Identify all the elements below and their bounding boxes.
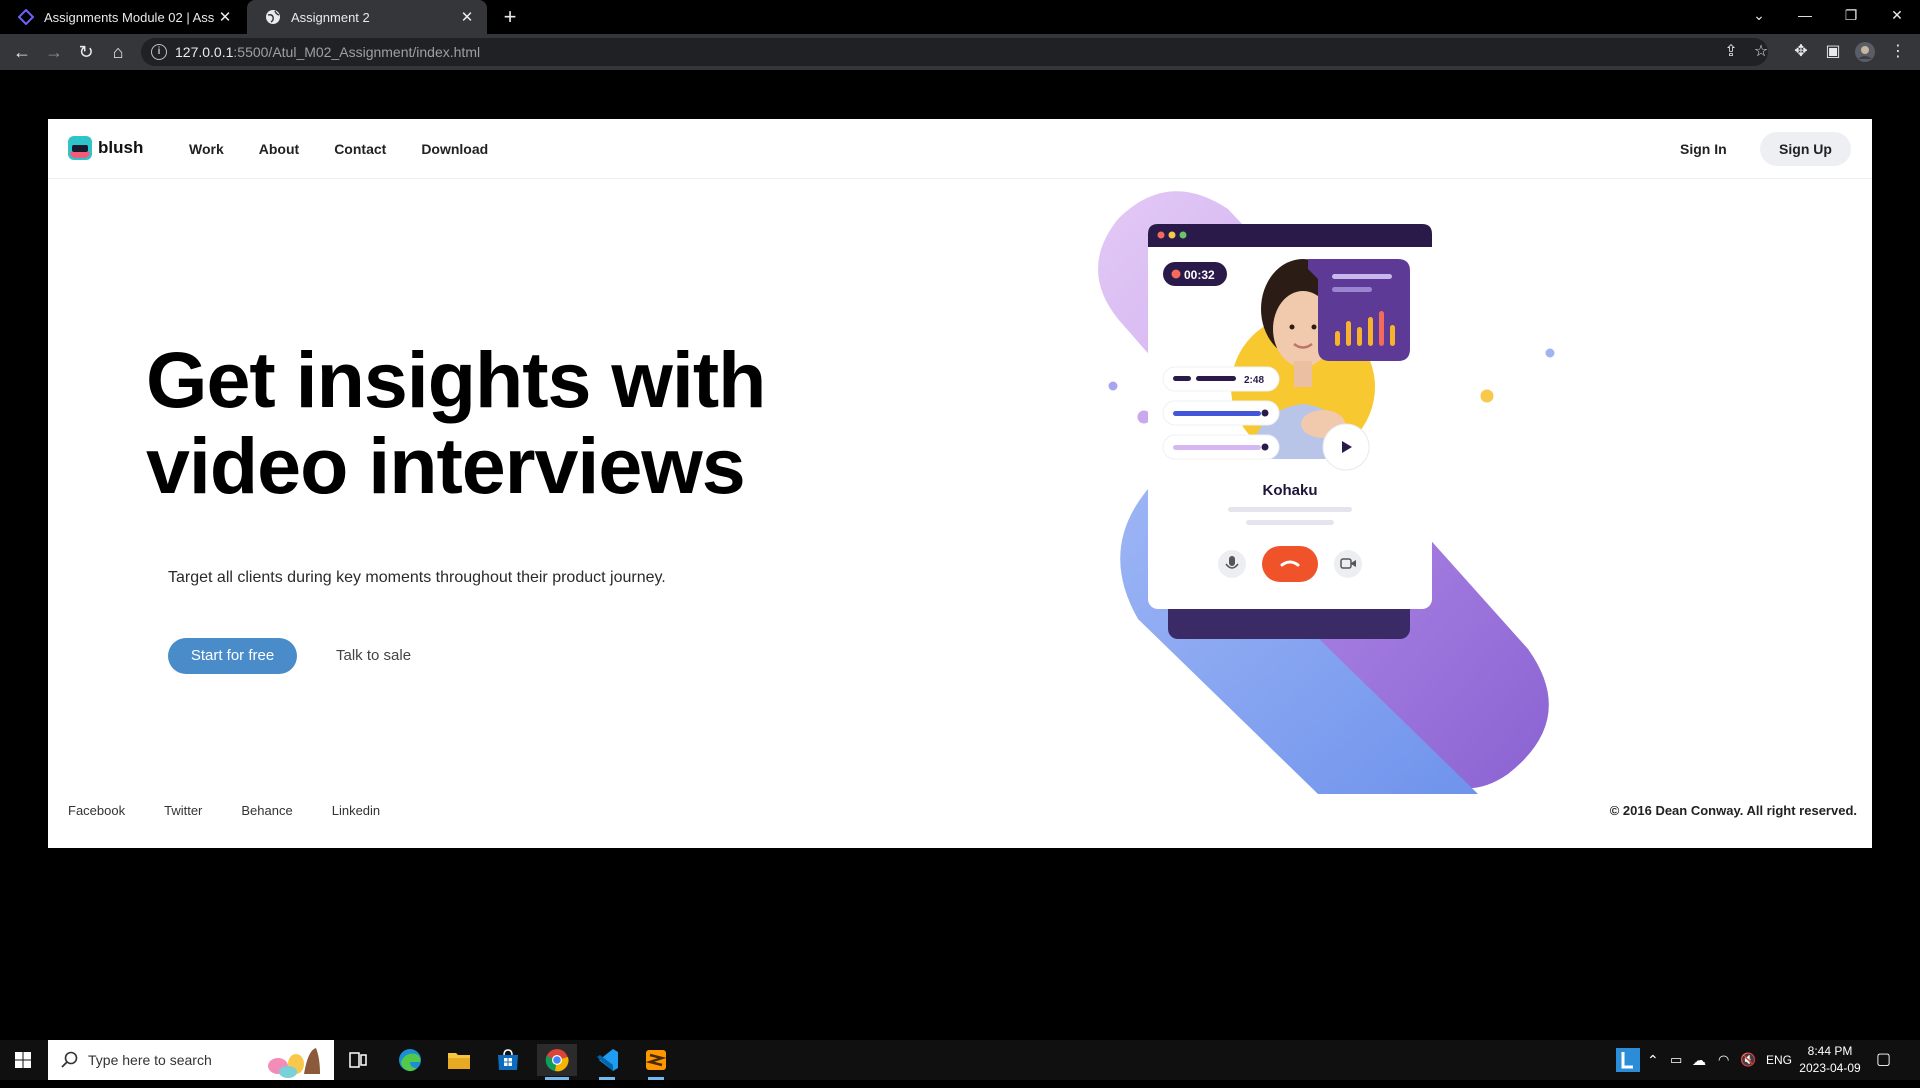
brand-name: blush bbox=[98, 138, 144, 157]
browser-toolbar: ← → ↻ ⌂ i 127.0.0.1:5500/Atul_M02_Assign… bbox=[0, 34, 1920, 70]
device-icon[interactable]: ▭ bbox=[1670, 1040, 1682, 1080]
address-bar[interactable]: i 127.0.0.1:5500/Atul_M02_Assignment/ind… bbox=[141, 38, 1768, 66]
footer-link-facebook[interactable]: Facebook bbox=[68, 803, 125, 818]
tab-title: Assignment 2 bbox=[291, 9, 370, 25]
tab-assignment-2[interactable]: Assignment 2 ✕ bbox=[247, 0, 487, 34]
edge-browser-icon[interactable] bbox=[390, 1044, 430, 1076]
window-dot-red bbox=[1157, 231, 1165, 239]
clip-duration-text: 2:48 bbox=[1244, 375, 1264, 386]
sign-up-button[interactable]: Sign Up bbox=[1760, 132, 1851, 166]
nav-link-download[interactable]: Download bbox=[421, 141, 488, 157]
timer-text: 00:32 bbox=[1184, 268, 1215, 282]
brand-logo[interactable]: blush bbox=[68, 136, 143, 160]
restore-button[interactable]: ❐ bbox=[1828, 0, 1874, 30]
decor-dot bbox=[1108, 381, 1118, 391]
card-titlebar bbox=[1148, 224, 1432, 247]
person-name: Kohaku bbox=[1262, 482, 1317, 499]
side-panel-icon[interactable]: ▣ bbox=[1819, 38, 1847, 66]
back-arrow-icon[interactable]: ← bbox=[8, 38, 36, 66]
chrome-icon[interactable] bbox=[537, 1044, 577, 1080]
tab-close-icon[interactable]: ✕ bbox=[215, 8, 235, 26]
sublime-text-icon[interactable] bbox=[636, 1044, 676, 1080]
windows-logo-icon bbox=[15, 1052, 31, 1068]
camera-button bbox=[1334, 550, 1362, 578]
close-window-button[interactable]: ✕ bbox=[1874, 0, 1920, 30]
site-footer: Facebook Twitter Behance Linkedin © 2016… bbox=[48, 803, 1872, 823]
start-for-free-button[interactable]: Start for free bbox=[168, 638, 297, 674]
search-icon bbox=[61, 1051, 78, 1068]
tab-close-icon[interactable]: ✕ bbox=[457, 8, 477, 26]
profile-avatar[interactable] bbox=[1851, 38, 1879, 66]
home-icon[interactable]: ⌂ bbox=[104, 38, 132, 66]
nav-link-contact[interactable]: Contact bbox=[334, 141, 386, 157]
webpage-viewport: blush Work About Contact Download Sign I… bbox=[48, 119, 1872, 848]
person-neck bbox=[1294, 361, 1312, 387]
site-header: blush Work About Contact Download Sign I… bbox=[48, 119, 1872, 179]
talk-to-sale-link[interactable]: Talk to sale bbox=[336, 647, 411, 664]
search-placeholder: Type here to search bbox=[88, 1052, 212, 1068]
new-tab-button[interactable]: + bbox=[497, 4, 523, 30]
easter-eggs-icon bbox=[268, 1048, 320, 1078]
tab-search-chevron-icon[interactable]: ⌄ bbox=[1736, 0, 1782, 30]
nav-link-about[interactable]: About bbox=[259, 141, 299, 157]
hero-subtext: Target all clients during key moments th… bbox=[168, 569, 666, 586]
lighthouse-app-icon[interactable] bbox=[1616, 1040, 1640, 1080]
end-call-button bbox=[1262, 546, 1318, 582]
hero-headline: Get insights with video interviews bbox=[146, 335, 766, 510]
copyright-text: © 2016 Dean Conway. All right reserved. bbox=[1609, 803, 1857, 818]
tab-assignments-module[interactable]: Assignments Module 02 | Assignm ✕ bbox=[0, 0, 245, 34]
microphone-icon bbox=[1229, 556, 1235, 566]
sign-in-link[interactable]: Sign In bbox=[1680, 141, 1727, 157]
task-view-icon[interactable] bbox=[338, 1044, 378, 1076]
hero-illustration: 00:32 2:48 Kohaku bbox=[1098, 191, 1555, 794]
microsoft-store-icon[interactable] bbox=[488, 1044, 528, 1076]
blush-logo-icon bbox=[68, 136, 92, 160]
tab-title: Assignments Module 02 | Assignm bbox=[44, 9, 215, 25]
forward-arrow-icon[interactable]: → bbox=[40, 38, 68, 66]
wifi-icon[interactable]: ◠ bbox=[1718, 1040, 1729, 1080]
recording-dot-icon bbox=[1171, 269, 1181, 279]
file-explorer-icon[interactable] bbox=[439, 1044, 479, 1076]
volume-muted-icon[interactable]: 🔇 bbox=[1740, 1040, 1756, 1080]
browser-tabstrip: Assignments Module 02 | Assignm ✕ Assign… bbox=[0, 0, 1920, 34]
windows-taskbar: Type here to search ⌃ ▭ ☁ ◠ 🔇 ENG 8:44 P… bbox=[0, 1040, 1920, 1080]
show-hidden-icons-chevron[interactable]: ⌃ bbox=[1647, 1040, 1659, 1080]
bar-chart-icon bbox=[1335, 331, 1340, 346]
start-button[interactable] bbox=[0, 1040, 48, 1080]
system-clock[interactable]: 8:44 PM 2023-04-09 bbox=[1795, 1043, 1865, 1077]
language-indicator[interactable]: ENG bbox=[1766, 1040, 1792, 1080]
window-dot-green bbox=[1179, 231, 1187, 239]
social-links: Facebook Twitter Behance Linkedin bbox=[68, 803, 419, 818]
vscode-icon[interactable] bbox=[587, 1044, 627, 1080]
taskbar-search-box[interactable]: Type here to search bbox=[48, 1040, 334, 1080]
globe-icon bbox=[266, 10, 280, 24]
nav-link-work[interactable]: Work bbox=[189, 141, 224, 157]
share-icon[interactable]: ⇪ bbox=[1717, 38, 1745, 66]
onedrive-cloud-icon[interactable]: ☁ bbox=[1692, 1040, 1706, 1080]
extensions-puzzle-icon[interactable]: ✥ bbox=[1787, 38, 1815, 66]
tab-favicon-icon bbox=[18, 9, 34, 25]
footer-link-twitter[interactable]: Twitter bbox=[164, 803, 202, 818]
clock-date: 2023-04-09 bbox=[1799, 1061, 1861, 1075]
reload-icon[interactable]: ↻ bbox=[72, 38, 100, 66]
decor-dot bbox=[1480, 389, 1494, 403]
site-info-icon[interactable]: i bbox=[151, 44, 167, 60]
url-text: 127.0.0.1:5500/Atul_M02_Assignment/index… bbox=[175, 44, 481, 60]
decor-dot bbox=[1545, 348, 1555, 358]
window-dot-yellow bbox=[1168, 231, 1176, 239]
minimize-button[interactable]: — bbox=[1782, 0, 1828, 30]
footer-link-linkedin[interactable]: Linkedin bbox=[332, 803, 380, 818]
clock-time: 8:44 PM bbox=[1807, 1044, 1853, 1058]
chrome-menu-icon[interactable]: ⋮ bbox=[1884, 38, 1912, 66]
notification-center-icon[interactable]: ▢ bbox=[1876, 1040, 1891, 1080]
main-nav: Work About Contact Download bbox=[189, 141, 523, 157]
footer-link-behance[interactable]: Behance bbox=[241, 803, 292, 818]
bookmark-star-icon[interactable]: ☆ bbox=[1747, 38, 1775, 66]
